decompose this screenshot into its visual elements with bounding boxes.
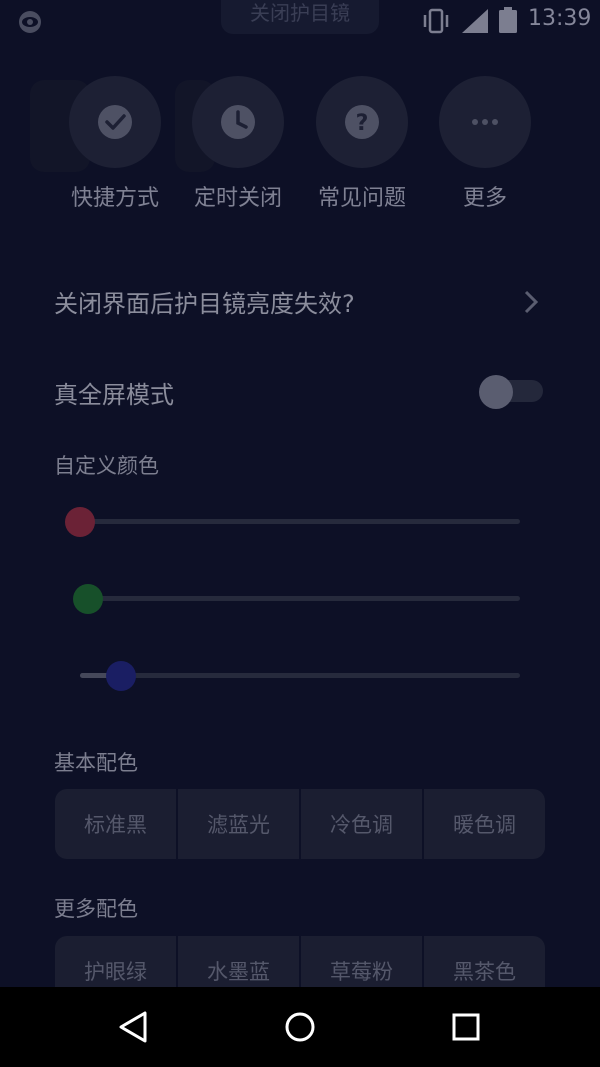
shortcut-circle xyxy=(69,76,161,168)
shortcut-circle: ? xyxy=(316,76,408,168)
svg-text:?: ? xyxy=(356,111,369,136)
shortcut-circle xyxy=(439,76,531,168)
more-icon xyxy=(472,119,498,125)
basic-colors-title: 基本配色 xyxy=(54,751,138,775)
brightness-help-label: 关闭界面后护目镜亮度失效? xyxy=(54,290,355,318)
signal-icon xyxy=(462,9,488,33)
shortcut-label: 快捷方式 xyxy=(70,186,159,211)
preset-warm-tone[interactable]: 暖色调 xyxy=(424,789,545,859)
green-slider-track[interactable] xyxy=(80,596,520,601)
close-eyeguard-label: 关闭护目镜 xyxy=(250,1,350,25)
custom-color-title: 自定义颜色 xyxy=(54,454,159,478)
shortcut-faq[interactable]: ? 常见问题 xyxy=(316,76,408,212)
clock-icon xyxy=(221,105,255,139)
eye-icon xyxy=(19,11,41,33)
shortcut-circle xyxy=(192,76,284,168)
home-button[interactable] xyxy=(278,1007,322,1047)
blue-slider-track[interactable] xyxy=(80,673,520,678)
shortcut-label: 常见问题 xyxy=(317,186,406,211)
close-eyeguard-button[interactable]: 关闭护目镜 xyxy=(221,0,379,34)
shortcut-label: 更多 xyxy=(462,186,507,211)
back-icon xyxy=(119,1011,147,1043)
recents-button[interactable] xyxy=(444,1007,488,1047)
blue-slider-thumb[interactable] xyxy=(106,661,136,691)
back-button[interactable] xyxy=(111,1007,155,1047)
check-icon xyxy=(98,105,132,139)
status-time: 13:39 xyxy=(528,6,592,31)
red-slider-thumb[interactable] xyxy=(65,507,95,537)
more-colors-title: 更多配色 xyxy=(54,897,138,921)
fullscreen-label: 真全屏模式 xyxy=(54,381,174,409)
battery-icon xyxy=(499,7,517,33)
basic-colors-group: 标准黑 滤蓝光 冷色调 暖色调 xyxy=(55,789,545,859)
shortcut-more[interactable]: 更多 xyxy=(439,76,531,212)
red-slider-track[interactable] xyxy=(80,519,520,524)
recents-icon xyxy=(452,1013,480,1041)
brightness-help-row[interactable]: 关闭界面后护目镜亮度失效? xyxy=(54,284,544,320)
toggle-knob[interactable] xyxy=(479,375,513,409)
preset-cool-tone[interactable]: 冷色调 xyxy=(301,789,424,859)
shortcut-timer-off[interactable]: 定时关闭 xyxy=(192,76,284,212)
vibrate-icon xyxy=(423,8,449,34)
question-icon: ? xyxy=(345,105,379,139)
shortcut-quick-access[interactable]: 快捷方式 xyxy=(69,76,161,212)
green-slider-thumb[interactable] xyxy=(73,584,103,614)
shortcut-label: 定时关闭 xyxy=(193,186,282,211)
home-icon xyxy=(285,1012,315,1042)
chevron-right-icon xyxy=(524,290,539,314)
preset-standard-black[interactable]: 标准黑 xyxy=(55,789,178,859)
preset-blue-filter[interactable]: 滤蓝光 xyxy=(178,789,301,859)
